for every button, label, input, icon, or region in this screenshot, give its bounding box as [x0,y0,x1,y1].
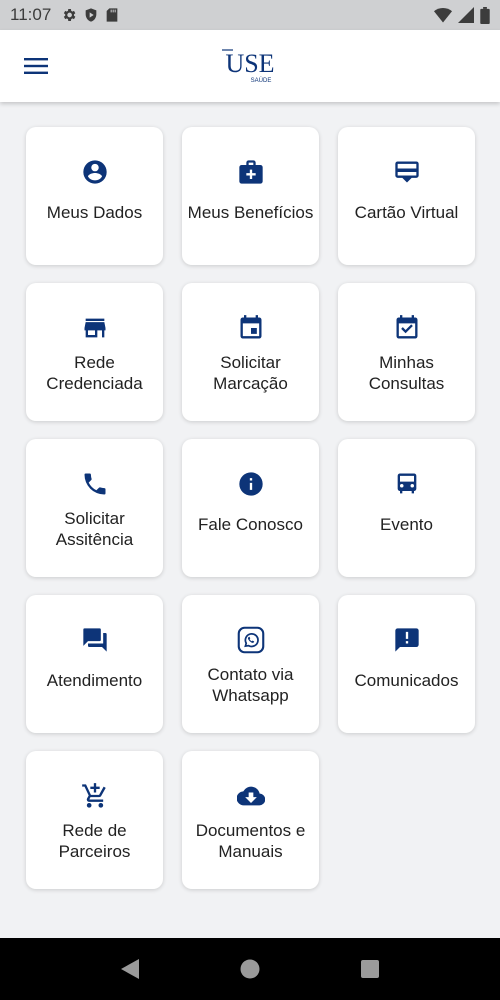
phone-icon [81,470,109,498]
calendar-check-icon [393,314,421,342]
app-header: USE SAÚDE [0,30,500,102]
tile-contato-whatsapp[interactable]: Contato via Whatsapp [182,595,319,733]
use-saude-logo: USE SAÚDE [220,46,280,86]
home-button[interactable] [230,949,270,989]
tile-solicitar-marcacao[interactable]: Solicitar Marcação [182,283,319,421]
wifi-icon [434,7,452,23]
svg-text:SAÚDE: SAÚDE [251,77,272,84]
tile-label: Solicitar Assitência [55,509,134,549]
tile-fale-conosco[interactable]: Fale Conosco [182,439,319,577]
recents-button[interactable] [350,949,390,989]
tile-label: Minhas Consultas [368,353,445,393]
tile-label: Documentos e Manuais [195,821,306,861]
card-icon [393,158,421,186]
chat-icon [81,626,109,654]
tile-atendimento[interactable]: Atendimento [26,595,163,733]
recents-icon [361,960,379,978]
tile-documentos-manuais[interactable]: Documentos e Manuais [182,751,319,889]
store-icon [81,314,109,342]
tile-label: Solicitar Marcação [213,353,288,393]
tile-rede-credenciada[interactable]: Rede Credenciada [26,283,163,421]
tile-cartao-virtual[interactable]: Cartão Virtual [338,127,475,265]
info-icon [237,470,265,498]
tile-solicitar-assistencia[interactable]: Solicitar Assitência [26,439,163,577]
tile-minhas-consultas[interactable]: Minhas Consultas [338,283,475,421]
tile-label: Cartão Virtual [354,203,459,222]
tile-meus-beneficios[interactable]: Meus Benefícios [182,127,319,265]
svg-text:USE: USE [225,49,274,78]
tile-label: Evento [380,515,433,534]
calendar-icon [237,314,265,342]
tile-label: Contato via Whatsapp [207,665,294,705]
tile-label: Meus Benefícios [187,203,314,222]
tile-evento[interactable]: Evento [338,439,475,577]
back-icon [121,959,139,979]
tile-comunicados[interactable]: Comunicados [338,595,475,733]
tile-label: Atendimento [46,671,143,690]
battery-icon [480,6,490,24]
tile-label: Comunicados [354,671,459,690]
tile-meus-dados[interactable]: Meus Dados [26,127,163,265]
tile-rede-parceiros[interactable]: Rede de Parceiros [26,751,163,889]
gear-icon [61,7,77,23]
status-right-icons [434,6,490,24]
add-cart-icon [81,782,109,810]
tile-label: Rede Credenciada [46,353,143,393]
account-circle-icon [81,158,109,186]
status-left-icons [61,7,119,23]
tile-label: Meus Dados [46,203,143,222]
tile-label: Rede de Parceiros [58,821,131,861]
menu-button[interactable] [14,48,58,84]
whatsapp-icon [237,626,265,654]
car-icon [393,470,421,498]
medical-bag-icon [237,158,265,186]
sd-card-icon [105,7,119,23]
play-protect-icon [83,7,99,23]
navigation-bar [0,938,500,1000]
menu-grid: Meus Dados Meus Benefícios Cartão Virtua… [26,127,475,889]
cloud-download-icon [236,782,265,810]
signal-icon [458,7,474,23]
announcement-icon [393,626,421,654]
status-time: 11:07 [10,5,52,24]
status-bar: 11:07 [0,0,500,30]
tile-label: Fale Conosco [198,515,303,534]
back-button[interactable] [110,949,150,989]
home-icon [240,959,260,979]
hamburger-menu-icon [24,58,48,74]
